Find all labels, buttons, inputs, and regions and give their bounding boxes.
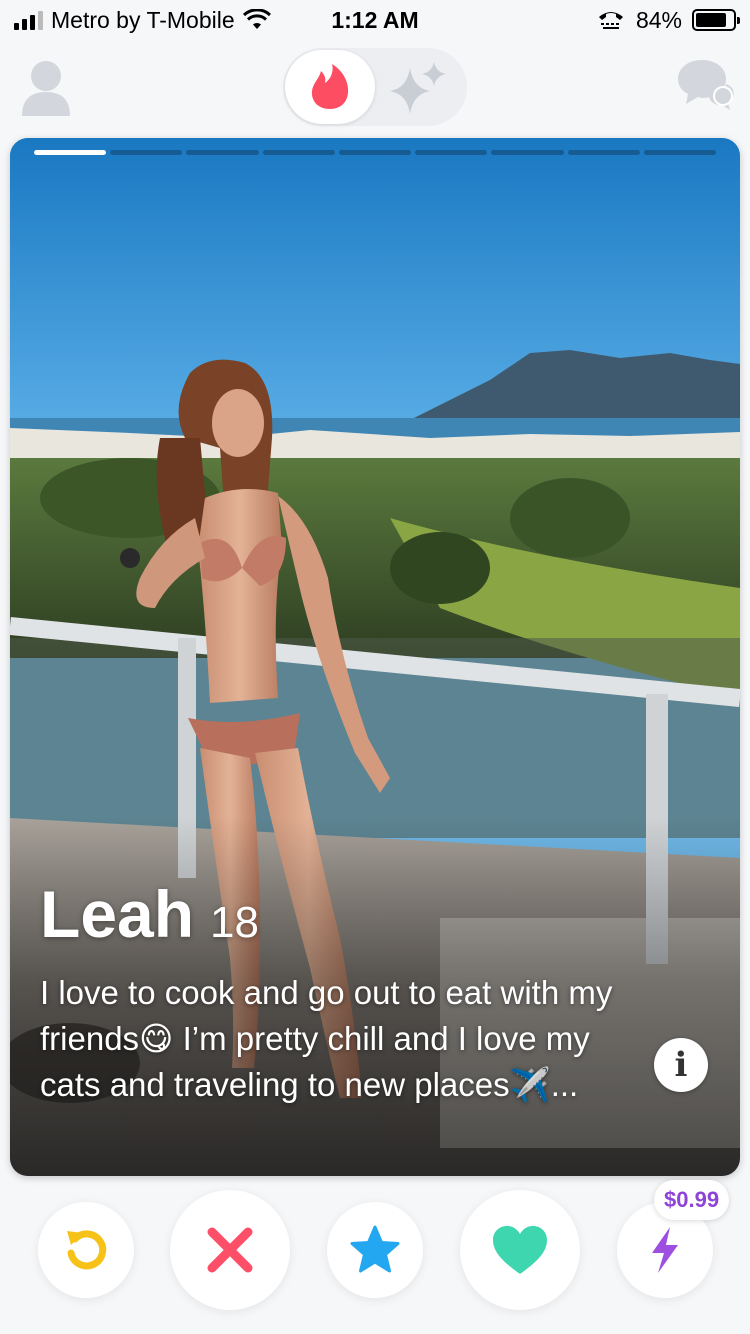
status-right: 84%	[596, 6, 740, 34]
discover-gold-toggle[interactable]	[283, 48, 467, 126]
profile-button[interactable]	[18, 56, 74, 116]
photo-indicator	[110, 150, 183, 155]
flame-icon	[311, 64, 349, 109]
photo-indicator	[262, 150, 335, 155]
info-button[interactable]: i	[654, 1038, 708, 1092]
top-nav	[0, 42, 750, 132]
gold-tab[interactable]	[375, 52, 461, 122]
status-bar: Metro by T-Mobile 1:12 AM 84%	[0, 0, 750, 40]
nope-button[interactable]	[170, 1190, 290, 1310]
status-left: Metro by T-Mobile	[14, 7, 271, 34]
photo-indicator	[415, 150, 488, 155]
x-icon	[207, 1227, 253, 1273]
rewind-icon	[67, 1230, 107, 1270]
tty-icon	[598, 12, 623, 29]
photo-indicator	[567, 150, 640, 155]
photo-indicator	[643, 150, 716, 155]
carrier-name: Metro by T-Mobile	[51, 6, 235, 33]
profile-bio: I love to cook and go out to eat with my…	[40, 974, 613, 1103]
info-icon: i	[674, 1045, 688, 1085]
boost-price-badge: $0.99	[654, 1180, 730, 1220]
photo-indicator	[491, 150, 564, 155]
star-icon	[350, 1225, 400, 1273]
discover-tab[interactable]	[285, 50, 375, 124]
wifi-icon	[242, 9, 271, 29]
messages-button[interactable]	[676, 56, 736, 112]
profile-card[interactable]: Leah 18 I love to cook and go out to eat…	[10, 138, 740, 1176]
super-like-button[interactable]	[327, 1202, 423, 1298]
heart-icon	[493, 1226, 547, 1274]
photo-indicator	[186, 150, 259, 155]
profile-age: 18	[210, 898, 259, 947]
lightning-icon	[652, 1227, 678, 1273]
name-row: Leah 18	[40, 876, 660, 952]
battery-level	[696, 13, 727, 27]
battery-icon	[692, 9, 740, 31]
person-icon	[22, 61, 70, 116]
chat-bubbles-icon	[678, 60, 734, 110]
photo-progress	[34, 150, 716, 155]
signal-strength-icon	[14, 10, 43, 30]
profile-name: Leah	[40, 877, 195, 951]
like-button[interactable]	[460, 1190, 580, 1310]
photo-indicator	[34, 150, 107, 155]
battery-percent: 84%	[635, 6, 682, 33]
photo-indicator	[338, 150, 412, 155]
sparkles-icon	[390, 62, 446, 114]
card-info: Leah 18 I love to cook and go out to eat…	[40, 876, 660, 1108]
rewind-button[interactable]	[38, 1202, 134, 1298]
